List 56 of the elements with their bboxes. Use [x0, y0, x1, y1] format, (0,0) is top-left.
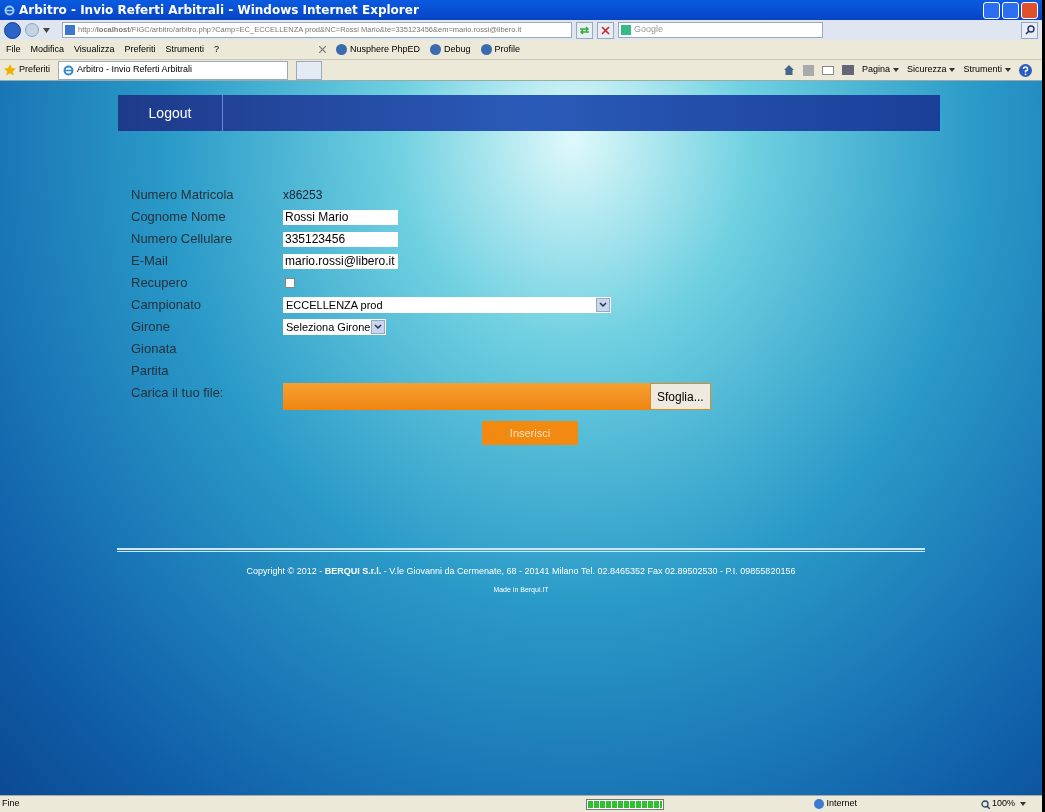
dropdown-caret-icon: [892, 68, 899, 72]
help-icon[interactable]: [1019, 63, 1032, 77]
refresh-icon[interactable]: [576, 21, 593, 39]
form-label: Recupero: [131, 274, 189, 293]
dropdown-caret-icon: [1005, 68, 1011, 72]
home-icon[interactable]: [782, 64, 795, 76]
logout-link[interactable]: Logout: [118, 95, 223, 131]
page-icon: [65, 25, 75, 35]
dropdown-caret-icon: [43, 27, 50, 33]
form-label: E-Mail: [131, 252, 169, 271]
menu-item[interactable]: Strumenti: [165, 42, 204, 57]
maximize-icon[interactable]: [1002, 1, 1019, 19]
search-icon[interactable]: [1021, 21, 1038, 39]
form-label: Gionata: [131, 340, 178, 359]
checkbox[interactable]: [285, 278, 295, 288]
menu-item[interactable]: Modifica: [30, 42, 65, 57]
mail-icon[interactable]: [821, 65, 834, 75]
input-field[interactable]: mario.rossi@libero.it: [283, 253, 398, 269]
minimize-icon[interactable]: [983, 1, 1000, 19]
command-menu[interactable]: Pagina: [861, 63, 899, 77]
window-title: Arbitro - Invio Referti Arbitrali - Windows Internet Explorer: [19, 2, 419, 19]
file-path-field[interactable]: [283, 383, 650, 410]
form-label: Girone: [131, 318, 172, 337]
menu-item[interactable]: ?: [213, 42, 219, 57]
input-field[interactable]: 335123456: [283, 231, 398, 247]
select-field[interactable]: ECCELLENZA prod: [283, 297, 611, 313]
menu-item[interactable]: Preferiti: [124, 42, 156, 57]
browser-tab[interactable]: Arbitro - Invio Referti Arbitrali: [58, 60, 288, 80]
dropdown-caret-icon: [1020, 802, 1026, 806]
command-menu[interactable]: Strumenti: [963, 63, 1011, 77]
stop-icon[interactable]: [597, 21, 614, 39]
dropdown-caret-icon: [949, 68, 956, 72]
star-icon: [4, 64, 16, 76]
field-value: x86253: [283, 187, 323, 204]
form-label: Partita: [131, 362, 170, 381]
menu-item[interactable]: Visualizza: [74, 42, 115, 57]
toolbar-button[interactable]: Profile: [480, 42, 521, 57]
form-label: Carica il tuo file:: [131, 384, 225, 402]
select-field[interactable]: Seleziona Girone: [283, 319, 386, 335]
form-label: Numero Matricola: [131, 186, 235, 205]
toolbar-button[interactable]: Debug: [430, 42, 471, 57]
status-text: Fine: [2, 797, 20, 811]
form-label: Cognome Nome: [131, 208, 227, 227]
toolbar-button[interactable]: Nusphere PhpED: [335, 42, 420, 57]
form-label: Campionato: [131, 296, 203, 315]
command-menu[interactable]: Sicurezza: [906, 63, 956, 77]
input-field[interactable]: Rossi Mario: [283, 209, 398, 225]
magnifier-icon: [980, 799, 990, 809]
close-icon[interactable]: [318, 46, 326, 53]
zone-text: Internet: [813, 797, 858, 811]
browse-button[interactable]: Sfoglia...: [650, 383, 711, 410]
form-label: Numero Cellulare: [131, 230, 234, 249]
menu-item[interactable]: File: [6, 42, 21, 57]
zoom-button[interactable]: 100%: [980, 797, 1026, 811]
favorites-button[interactable]: Preferiti: [4, 63, 50, 77]
copyright-text: Copyright © 2012 - BERQUI S.r.l. - V.le Giovanni da Cermenate, 68 - 20141 Milano Tel. 02.8465352 Fax 02.89502530 - P.I. 09855820156: [246, 565, 796, 578]
